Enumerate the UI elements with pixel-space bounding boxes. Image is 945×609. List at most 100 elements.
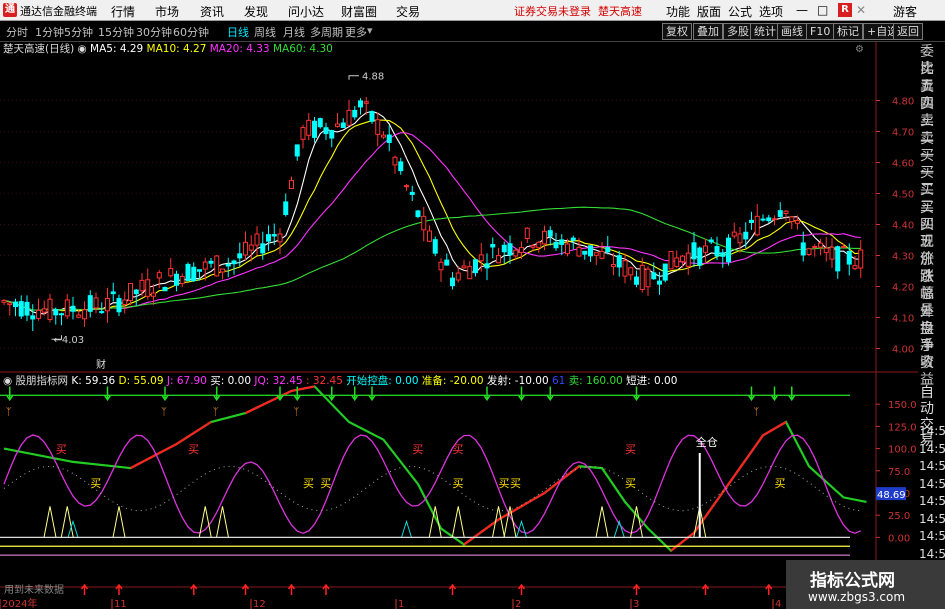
candle <box>726 234 731 266</box>
menu-ask[interactable]: 问小达 <box>288 3 324 20</box>
menu-formula[interactable]: 公式 <box>728 3 752 20</box>
buy-signal-label: 买 <box>188 443 199 456</box>
side-panel: 委比 卖五 卖四 卖三 卖二 卖一 买一 买二 买三 买四 买五 现价 涨跌 涨幅 总量 外盘 换手 净资 收益 自动… <box>918 42 945 609</box>
indicator-tick: 0.00 <box>888 533 910 544</box>
period-tab-7[interactable]: 周线 <box>254 24 276 40</box>
price-tick: 4.80 <box>892 97 914 108</box>
candle <box>162 286 168 292</box>
stock-name-label: 楚天高速 <box>598 5 642 18</box>
auto-trade-tab[interactable]: 自动交易 <box>920 385 945 449</box>
app-title: 通达信金融终端 <box>20 5 97 18</box>
figure-marker-icon: ᛉ <box>6 407 12 418</box>
full-position-label: 全仓 <box>696 435 718 449</box>
more-chevron-icon[interactable]: ▾ <box>367 24 373 37</box>
trade-time: 14:5 <box>919 424 945 438</box>
toolbar-button-4[interactable]: 画线 <box>777 23 807 40</box>
toolbar-button-8[interactable]: 返回 <box>893 23 923 40</box>
buy-signal-label: 买 <box>453 443 464 456</box>
close-icon[interactable]: ✕ <box>856 3 866 17</box>
login-warning[interactable]: 证券交易未登录 楚天高速 <box>514 3 642 19</box>
login-warning-text: 证券交易未登录 <box>514 5 591 18</box>
x-axis-label: 11 <box>114 599 127 609</box>
buy-signal-label: 买 <box>56 443 67 456</box>
trade-time: 14:5 <box>919 494 945 508</box>
indicator-tick: 75.0 <box>888 467 910 478</box>
toolbar-button-1[interactable]: 叠加 <box>693 23 723 40</box>
period-tab-6[interactable]: 日线 <box>227 24 249 40</box>
period-tab-4[interactable]: 30分钟 <box>136 24 172 40</box>
maximize-icon[interactable]: □ <box>817 3 828 17</box>
indicator-tick: 25.0 <box>888 511 910 522</box>
watermark-line2: www.zbgs3.com <box>808 590 906 604</box>
high-label: 4.88 <box>362 72 384 83</box>
price-tick: 4.00 <box>892 345 914 356</box>
period-tab-0[interactable]: 分时 <box>6 24 28 40</box>
footer-note: 用到未来数据 <box>4 583 64 596</box>
buy-signal-label: 买 <box>775 477 786 490</box>
period-tab-1[interactable]: 1分钟 <box>35 24 64 40</box>
trade-time: 14:5 <box>919 476 945 491</box>
x-axis-label: 4 <box>775 599 781 609</box>
toolbar-button-6[interactable]: 标记 <box>833 23 863 40</box>
trade-time: 14:5 <box>919 511 945 526</box>
r-badge-icon[interactable]: R <box>838 3 852 17</box>
main-legend: 楚天高速(日线) ◉ MA5: 4.29 MA10: 4.27 MA20: 4.… <box>3 42 333 55</box>
price-tick: 4.10 <box>892 314 914 325</box>
toolbar-button-3[interactable]: 统计 <box>750 23 780 40</box>
price-tick: 4.70 <box>892 128 914 139</box>
candle <box>668 250 674 270</box>
menu-options[interactable]: 选项 <box>759 3 783 20</box>
indicator-tick: 100.0 <box>888 445 917 456</box>
buy-signal-label: 买 <box>499 477 510 490</box>
menu-function[interactable]: 功能 <box>666 3 690 20</box>
buy-signal-label: 买 <box>510 477 521 490</box>
indicator-legend: ◉ 股朋指标网 K: 59.36 D: 55.09 J: 67.90 买: 0.… <box>3 374 677 387</box>
candle <box>806 247 812 257</box>
menu-discover[interactable]: 发现 <box>244 3 268 20</box>
event-marker: 财 <box>96 358 106 371</box>
menu-trade[interactable]: 交易 <box>396 3 420 20</box>
trade-time: 14:5 <box>919 459 945 473</box>
menu-wealth[interactable]: 财富圈 <box>341 3 377 20</box>
menu-quotes[interactable]: 行情 <box>111 3 135 20</box>
buy-signal-label: 买 <box>90 477 101 490</box>
period-tab-2[interactable]: 5分钟 <box>64 24 93 40</box>
low-label: ←4.03 <box>54 335 85 346</box>
toolbar-button-2[interactable]: 多股 <box>723 23 753 40</box>
chart-grid <box>0 42 918 609</box>
buy-signal-label: 买 <box>303 477 314 490</box>
period-tab-3[interactable]: 15分钟 <box>98 24 134 40</box>
trade-time: 14:5 <box>919 529 945 543</box>
x-axis-label: 2024年 <box>2 597 37 609</box>
period-tab-10[interactable]: 更多 <box>345 24 367 40</box>
menu-layout[interactable]: 版面 <box>697 3 721 20</box>
candle <box>432 236 438 257</box>
price-axis: 4.80 4.70 4.60 4.50 4.40 4.30 4.20 4.10 4.00 150.… <box>876 97 917 544</box>
period-tab-8[interactable]: 月线 <box>283 24 305 40</box>
chart-area[interactable]: 4.88←4.03财 全仓买买买买买买买买买买买买买ᛉ ᛉ ᛉ ᛉ ᛉ2024年 11 12… <box>0 42 918 609</box>
indicator-current-value: 48.69 <box>877 490 906 501</box>
candle <box>214 254 220 277</box>
candle <box>185 262 191 282</box>
period-tab-9[interactable]: 多周期 <box>310 24 343 40</box>
buy-signal-label: 买 <box>453 477 464 490</box>
buy-signal-label: 买 <box>625 477 636 490</box>
settings-icon[interactable]: ⚙ <box>855 44 864 55</box>
toolbar-button-0[interactable]: 复权 <box>662 23 692 40</box>
watermark: 指标公式网 www.zbgs3.com <box>786 560 945 609</box>
period-bar: 分时 1分钟 5分钟 15分钟 30分钟 60分钟 日线 周线 月线 多周期 更多 ▾ 复权 叠加 多股 统计… <box>0 21 945 42</box>
indicator-tick: 150.0 <box>888 400 917 411</box>
figure-marker-icon: ᛉ <box>753 407 759 418</box>
menu-market[interactable]: 市场 <box>155 3 179 20</box>
minimize-icon[interactable]: — <box>796 3 808 17</box>
x-axis-label: 12 <box>253 599 266 609</box>
figure-marker-icon: ᛉ <box>293 407 299 418</box>
period-tab-5[interactable]: 60分钟 <box>173 24 209 40</box>
watermark-line1: 指标公式网 <box>810 571 895 591</box>
x-axis-label: 1 <box>398 599 404 609</box>
app-logo-icon: 通 <box>3 3 17 17</box>
toolbar-button-5[interactable]: F10 <box>806 23 835 40</box>
candle <box>415 209 421 219</box>
guest-label[interactable]: 游客 <box>893 3 917 20</box>
menu-news[interactable]: 资讯 <box>200 3 224 20</box>
